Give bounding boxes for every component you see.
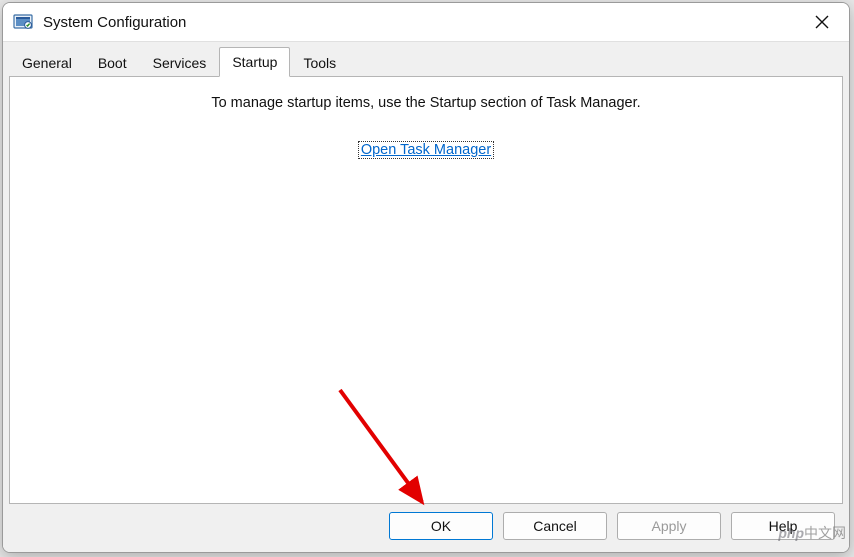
help-button[interactable]: Help [731, 512, 835, 540]
app-icon [13, 12, 33, 32]
tab-tools[interactable]: Tools [290, 48, 349, 77]
close-button[interactable] [799, 6, 845, 38]
tab-services[interactable]: Services [140, 48, 220, 77]
open-task-manager-link[interactable]: Open Task Manager [358, 141, 494, 159]
client-area: General Boot Services Startup Tools To m… [3, 41, 849, 552]
button-row: OK Cancel Apply Help [3, 512, 849, 552]
window-title: System Configuration [43, 14, 799, 31]
apply-button[interactable]: Apply [617, 512, 721, 540]
close-icon [815, 15, 829, 29]
tab-startup[interactable]: Startup [219, 47, 290, 77]
system-configuration-window: System Configuration General Boot Servic… [2, 2, 850, 553]
tabstrip: General Boot Services Startup Tools [3, 42, 849, 76]
ok-button[interactable]: OK [389, 512, 493, 540]
titlebar: System Configuration [3, 3, 849, 41]
startup-info-text: To manage startup items, use the Startup… [211, 95, 640, 111]
startup-tabpanel: To manage startup items, use the Startup… [9, 76, 843, 504]
tab-boot[interactable]: Boot [85, 48, 140, 77]
tab-general[interactable]: General [9, 48, 85, 77]
cancel-button[interactable]: Cancel [503, 512, 607, 540]
